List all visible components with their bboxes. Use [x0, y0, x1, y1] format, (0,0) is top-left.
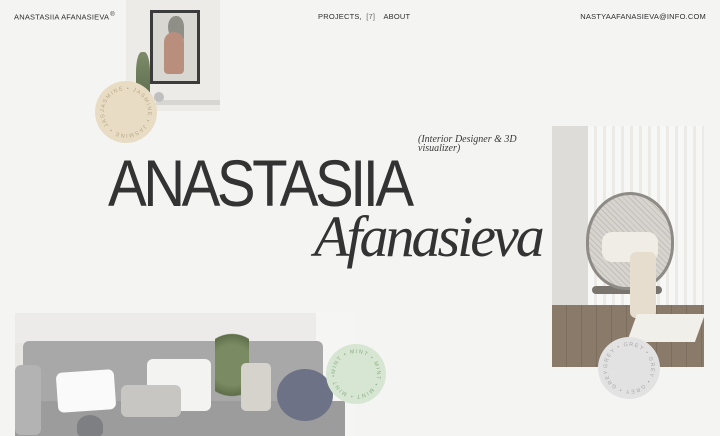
mint-color-badge: MINT • MINT • MINT • MINT • MINT • — [326, 344, 386, 404]
jasmine-badge-text: JASMINE • JASMINE • JASMINE • JASMINE • — [95, 81, 151, 138]
last-name-heading: Afanasieva — [314, 204, 545, 269]
jasmine-color-badge: JASMINE • JASMINE • JASMINE • JASMINE • — [95, 81, 157, 143]
brand-logo[interactable]: ANASTASIIA AFANASIEVA® — [14, 12, 115, 22]
brand-name: ANASTASIIA AFANASIEVA — [14, 12, 110, 22]
svg-text:GREY • GREY • GREY • GREY • GR: GREY • GREY • GREY • GREY • GREY • — [598, 337, 655, 394]
hanging-chair-photo — [552, 126, 704, 367]
main-nav: PROJECTS, [7] ABOUT — [318, 12, 410, 21]
registered-mark: ® — [110, 12, 115, 18]
shelf — [156, 100, 220, 105]
svg-text:JASMINE • JASMINE • JASMINE •: JASMINE • JASMINE • JASMINE • JASMINE • — [95, 81, 152, 138]
grey-color-badge: GREY • GREY • GREY • GREY • GREY • — [598, 337, 660, 399]
svg-text:MINT • MINT • MINT • MINT • MI: MINT • MINT • MINT • MINT • MINT • — [331, 349, 381, 399]
grey-badge-text: GREY • GREY • GREY • GREY • GREY • — [598, 337, 654, 394]
nav-about-link[interactable]: ABOUT — [383, 12, 410, 21]
nav-projects-link[interactable]: PROJECTS, — [318, 12, 362, 21]
art-frame — [150, 10, 200, 84]
projects-count: [7] — [366, 12, 376, 21]
mint-badge-text: MINT • MINT • MINT • MINT • MINT • — [331, 349, 380, 399]
email-link[interactable]: NASTYAAFANASIEVA@INFO.COM — [580, 12, 706, 21]
role-caption: (Interior Designer & 3D visualizer) — [418, 134, 517, 154]
top-navigation: ANASTASIIA AFANASIEVA® PROJECTS, [7] ABO… — [14, 12, 706, 26]
sofa-photo — [15, 313, 356, 436]
